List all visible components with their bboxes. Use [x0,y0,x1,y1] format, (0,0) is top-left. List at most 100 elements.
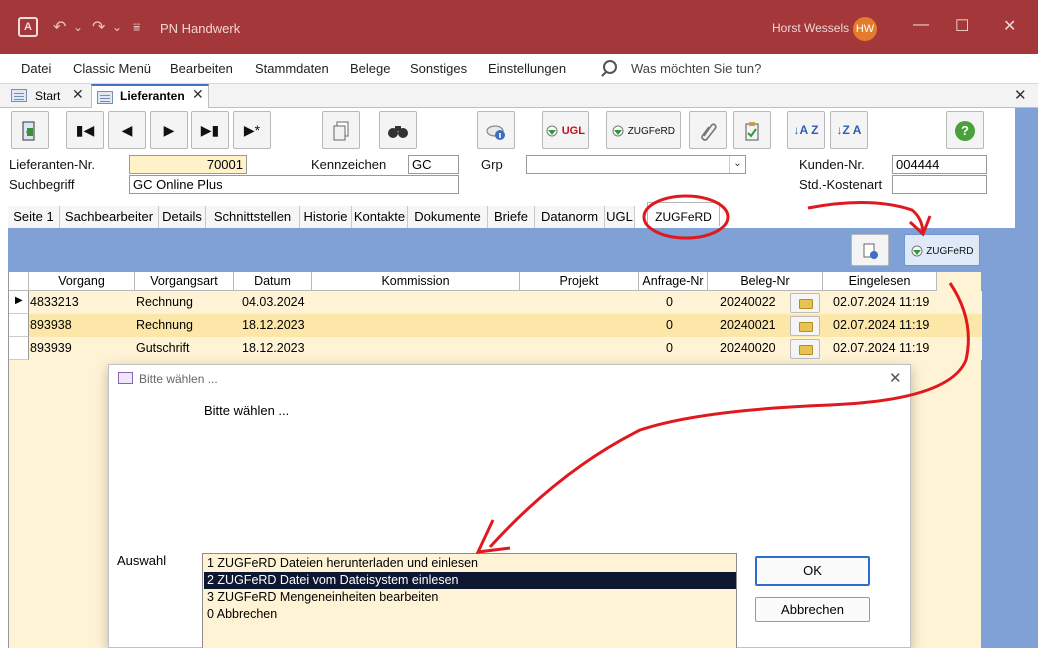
anfrage-cell[interactable]: 0 [666,291,673,314]
column-header[interactable]: Projekt [520,272,639,291]
column-header[interactable]: Kommission [312,272,520,291]
datum-cell[interactable]: 04.03.2024 [242,291,305,314]
table-row[interactable]: 893939 Gutschrift 18.12.2023 0 20240020 … [9,337,982,360]
previous-record-button[interactable]: ◀ [108,111,146,149]
abbrechen-button[interactable]: Abbrechen [755,597,870,622]
zugferd-button[interactable]: ZUGFeRD [904,234,980,266]
auswahl-listbox[interactable]: 1 ZUGFeRD Dateien herunterladen und einl… [202,553,737,648]
list-item[interactable]: 1 ZUGFeRD Dateien herunterladen und einl… [204,555,736,572]
ugl-button[interactable]: UGL [542,111,589,149]
close-icon[interactable]: ✕ [1003,16,1016,36]
beleg-cell[interactable]: 20240020 [720,337,776,360]
tab-kontakte[interactable]: Kontakte [352,206,408,228]
attachment-button[interactable] [689,111,727,149]
column-header[interactable]: Anfrage-Nr [639,272,708,291]
exit-button[interactable] [11,111,49,149]
table-row[interactable]: ▶ 4833213 Rechnung 04.03.2024 0 20240022… [9,291,982,314]
column-header[interactable]: Vorgangsart [135,272,234,291]
undo-dropdown-icon[interactable]: ⌄ [73,20,83,34]
menu-datei[interactable]: Datei [21,61,51,76]
last-record-button[interactable]: ▶▮ [191,111,229,149]
column-header[interactable]: Datum [234,272,312,291]
grp-select[interactable]: ⌄ [526,155,746,174]
tab-sachbearbeiter[interactable]: Sachbearbeiter [60,206,159,228]
tab-briefe[interactable]: Briefe [488,206,535,228]
kennzeichen-field[interactable]: GC [408,155,459,174]
customize-toolbar-icon[interactable]: ⩸ [133,20,140,35]
eingelesen-cell[interactable]: 02.07.2024 11:19 [833,314,929,337]
info-button[interactable] [851,234,889,266]
next-record-button[interactable]: ▶ [150,111,188,149]
chevron-down-icon[interactable]: ⌄ [729,156,745,173]
lieferanten-nr-field[interactable]: 70001 [129,155,247,174]
new-record-button[interactable]: ▶* [233,111,271,149]
redo-icon[interactable]: ↷ [92,17,105,37]
online-button[interactable] [477,111,515,149]
art-cell[interactable]: Gutschrift [136,337,190,360]
eingelesen-cell[interactable]: 02.07.2024 11:19 [833,291,929,314]
tab-ugl[interactable]: UGL [605,206,635,228]
column-header[interactable]: Vorgang [29,272,135,291]
tab-historie[interactable]: Historie [300,206,352,228]
open-document-button[interactable] [790,339,820,359]
redo-dropdown-icon[interactable]: ⌄ [112,20,122,34]
art-cell[interactable]: Rechnung [136,314,193,337]
search-button[interactable] [379,111,417,149]
list-item[interactable]: 0 Abbrechen [204,606,736,623]
list-item[interactable]: 3 ZUGFeRD Mengeneinheiten bearbeiten [204,589,736,606]
tab-close-icon[interactable]: ✕ [192,86,204,103]
datum-cell[interactable]: 18.12.2023 [242,314,305,337]
ok-button[interactable]: OK [755,556,870,586]
record-selector[interactable]: ▶ [9,291,29,314]
tab-datanorm[interactable]: Datanorm [535,206,605,228]
art-cell[interactable]: Rechnung [136,291,193,314]
zugferd-toolbar-button[interactable]: ZUGFeRD [606,111,681,149]
dialog-close-icon[interactable]: ✕ [889,369,902,387]
anfrage-cell[interactable]: 0 [666,337,673,360]
beleg-cell[interactable]: 20240021 [720,314,776,337]
user-name[interactable]: Horst Wessels [772,21,849,35]
menu-stammdaten[interactable]: Stammdaten [255,61,329,76]
vorgang-cell[interactable]: 893938 [30,314,72,337]
menu-sonstiges[interactable]: Sonstiges [410,61,467,76]
tab-start[interactable]: Start ✕ [0,84,90,108]
column-header[interactable]: Beleg-Nr [708,272,823,291]
tab-seite-1[interactable]: Seite 1 [8,206,60,228]
tab-schnittstellen[interactable]: Schnittstellen [206,206,300,228]
vorgang-cell[interactable]: 4833213 [30,291,79,314]
kostenart-field[interactable] [892,175,987,194]
first-record-button[interactable]: ▮◀ [66,111,104,149]
minimize-icon[interactable]: — [913,16,929,34]
menu-einstellungen[interactable]: Einstellungen [488,61,566,76]
menu-belege[interactable]: Belege [350,61,390,76]
tab-zugferd[interactable]: ZUGFeRD [647,202,720,226]
menu-bearbeiten[interactable]: Bearbeiten [170,61,233,76]
record-selector[interactable] [9,314,29,337]
avatar[interactable]: HW [853,17,877,41]
anfrage-cell[interactable]: 0 [666,314,673,337]
table-row[interactable]: 893938 Rechnung 18.12.2023 0 20240021 02… [9,314,982,337]
maximize-icon[interactable]: ☐ [955,16,969,36]
tab-lieferanten[interactable]: Lieferanten ✕ [91,84,209,109]
tab-close-icon[interactable]: ✕ [72,86,84,103]
search-icon[interactable] [603,60,617,74]
search-input[interactable]: Was möchten Sie tun? [631,61,761,76]
sort-ascending-button[interactable]: ↓A Z [787,111,825,149]
tab-details[interactable]: Details [159,206,206,228]
open-document-button[interactable] [790,316,820,336]
copy-button[interactable] [322,111,360,149]
undo-icon[interactable]: ↶ [53,17,66,37]
close-form-icon[interactable]: ✕ [1014,86,1027,104]
list-item-selected[interactable]: 2 ZUGFeRD Datei vom Dateisystem einlesen [204,572,736,589]
menu-classic[interactable]: Classic Menü [73,61,151,76]
checklist-button[interactable] [733,111,771,149]
sort-descending-button[interactable]: ↓Z A [830,111,868,149]
open-document-button[interactable] [790,293,820,313]
suchbegriff-field[interactable]: GC Online Plus [129,175,459,194]
vorgang-cell[interactable]: 893939 [30,337,72,360]
column-header[interactable]: Eingelesen [823,272,937,291]
eingelesen-cell[interactable]: 02.07.2024 11:19 [833,337,929,360]
help-button[interactable]: ? [946,111,984,149]
record-selector[interactable] [9,337,29,360]
tab-dokumente[interactable]: Dokumente [408,206,488,228]
